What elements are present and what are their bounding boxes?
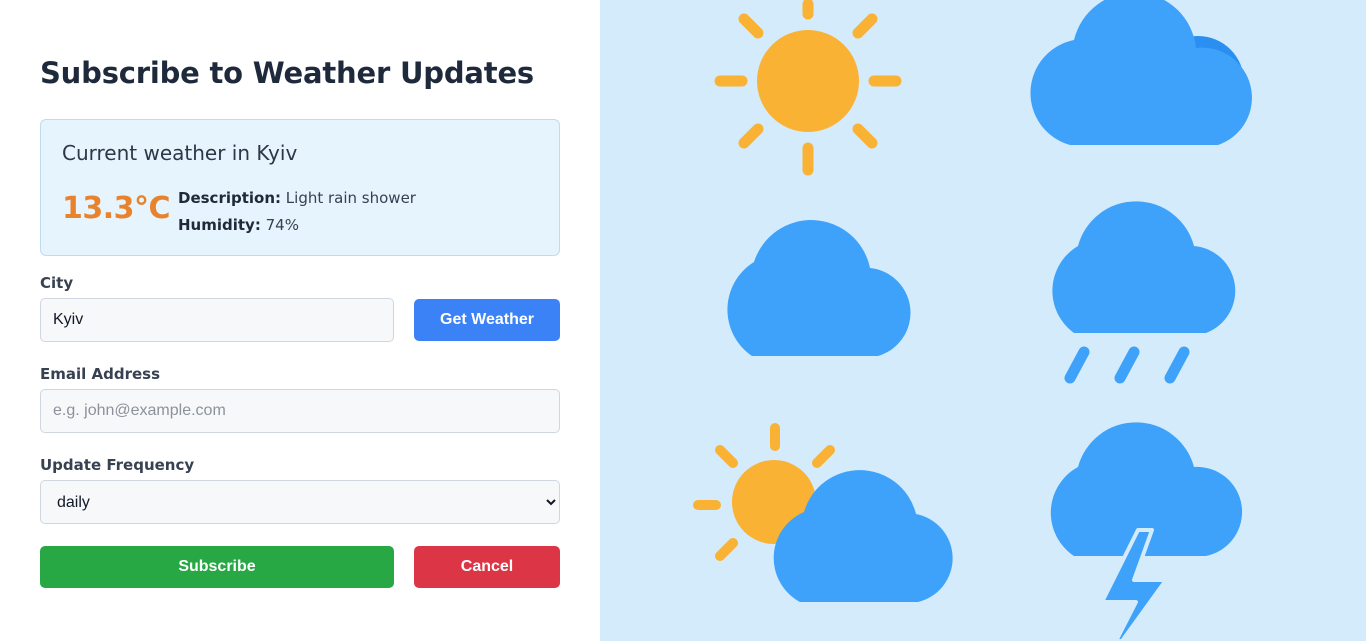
description-value: Light rain shower (285, 189, 416, 207)
temperature-value: 13.3°C (62, 191, 171, 226)
rain-cloud-icon (1052, 201, 1236, 384)
weather-humidity: Humidity: 74% (178, 216, 299, 234)
page-title: Subscribe to Weather Updates (40, 56, 534, 90)
subscribe-button[interactable]: Subscribe (40, 546, 394, 588)
email-input[interactable] (40, 389, 560, 433)
cloud-icon (1030, 0, 1252, 145)
frequency-label: Update Frequency (40, 456, 195, 474)
current-weather-card: Current weather in Kyiv 13.3°C Descripti… (40, 119, 560, 256)
cloud-icon (727, 220, 911, 356)
city-input[interactable] (40, 298, 394, 342)
humidity-label: Humidity: (178, 216, 261, 234)
email-label: Email Address (40, 365, 161, 383)
humidity-value: 74% (265, 216, 299, 234)
sun-icon (714, 0, 902, 176)
thunderstorm-icon (1050, 422, 1243, 641)
city-label: City (40, 274, 74, 292)
weather-icons-illustration (693, 0, 1252, 641)
partly-cloudy-icon (693, 423, 953, 602)
frequency-select[interactable]: daily (40, 480, 560, 524)
weather-card-heading: Current weather in Kyiv (62, 141, 298, 165)
weather-description: Description: Light rain shower (178, 189, 416, 207)
weather-illustration-panel (600, 0, 1366, 641)
cancel-button[interactable]: Cancel (414, 546, 560, 588)
description-label: Description: (178, 189, 282, 207)
get-weather-button[interactable]: Get Weather (414, 299, 560, 341)
subscription-form-panel: Subscribe to Weather Updates Current wea… (0, 0, 600, 641)
